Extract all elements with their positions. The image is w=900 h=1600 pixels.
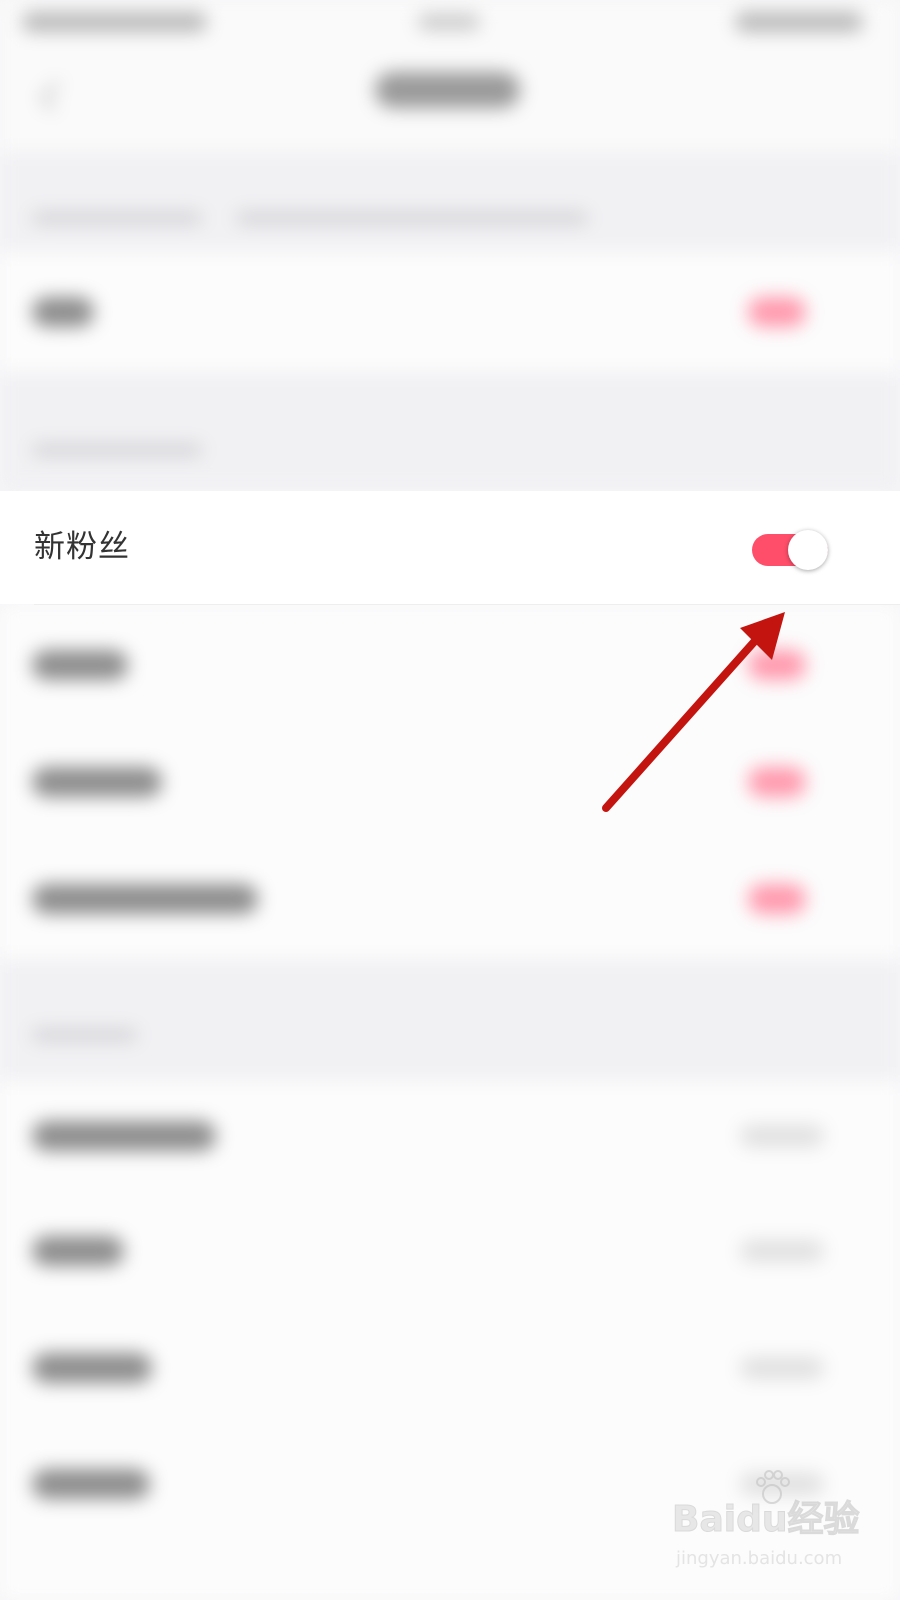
section-header [0, 372, 900, 491]
toggle-switch[interactable] [748, 650, 806, 680]
row-label [32, 650, 128, 680]
watermark-logo: Baidu经验 [671, 1499, 860, 1541]
row-value [740, 1125, 824, 1147]
row-label [32, 1469, 150, 1499]
screen: 新粉丝 Baidu经验 jingyan.baidu.com [0, 0, 900, 1600]
row-label [32, 1353, 152, 1383]
row-divider [34, 604, 900, 605]
section-header [0, 959, 900, 1081]
status-bar [0, 0, 900, 56]
watermark-url: jingyan.baidu.com [676, 1548, 843, 1569]
new-fans-row[interactable]: 新粉丝 [0, 491, 900, 604]
settings-row[interactable] [0, 252, 900, 372]
section-header-text [32, 444, 202, 456]
toggle-switch[interactable] [748, 297, 806, 327]
status-bar-center [418, 14, 480, 30]
row-value [740, 1240, 824, 1262]
status-bar-left [22, 12, 207, 32]
row-label [32, 1121, 216, 1151]
toggle-switch[interactable] [748, 767, 806, 797]
section-header [0, 152, 900, 252]
toggle-knob[interactable] [788, 530, 828, 570]
section-header-text [236, 212, 588, 224]
section-header-text [32, 212, 202, 224]
back-chevron-icon[interactable] [40, 81, 70, 111]
page-title [375, 72, 520, 108]
status-bar-right [735, 12, 863, 32]
new-fans-label: 新粉丝 [34, 529, 130, 565]
watermark: Baidu经验 jingyan.baidu.com [671, 1468, 872, 1578]
row-label [32, 297, 94, 327]
section-header-text [32, 1029, 137, 1041]
nav-bar [0, 56, 900, 152]
settings-group [0, 605, 900, 959]
row-label [32, 884, 258, 914]
toggle-switch[interactable] [748, 884, 806, 914]
row-value [740, 1357, 824, 1379]
row-label [32, 1236, 124, 1266]
new-fans-toggle[interactable] [752, 530, 828, 570]
row-label [32, 767, 162, 797]
